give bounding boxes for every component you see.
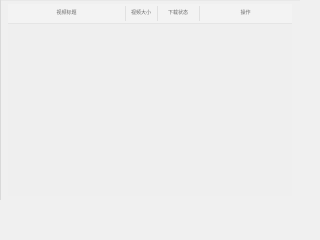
column-header-video-size[interactable]: 视频大小: [125, 4, 157, 23]
window-left-border: [0, 0, 1, 200]
download-window: 视频标题 视频大小 下载状态 操作: [0, 0, 300, 200]
column-header-download-status[interactable]: 下载状态: [157, 4, 199, 23]
table-header: 视频标题 视频大小 下载状态 操作: [8, 4, 292, 24]
column-header-video-title[interactable]: 视频标题: [8, 4, 125, 23]
column-header-actions[interactable]: 操作: [199, 4, 292, 23]
download-table: 视频标题 视频大小 下载状态 操作: [8, 4, 292, 196]
window-top-border: [0, 0, 300, 1]
table-body: [8, 24, 292, 196]
